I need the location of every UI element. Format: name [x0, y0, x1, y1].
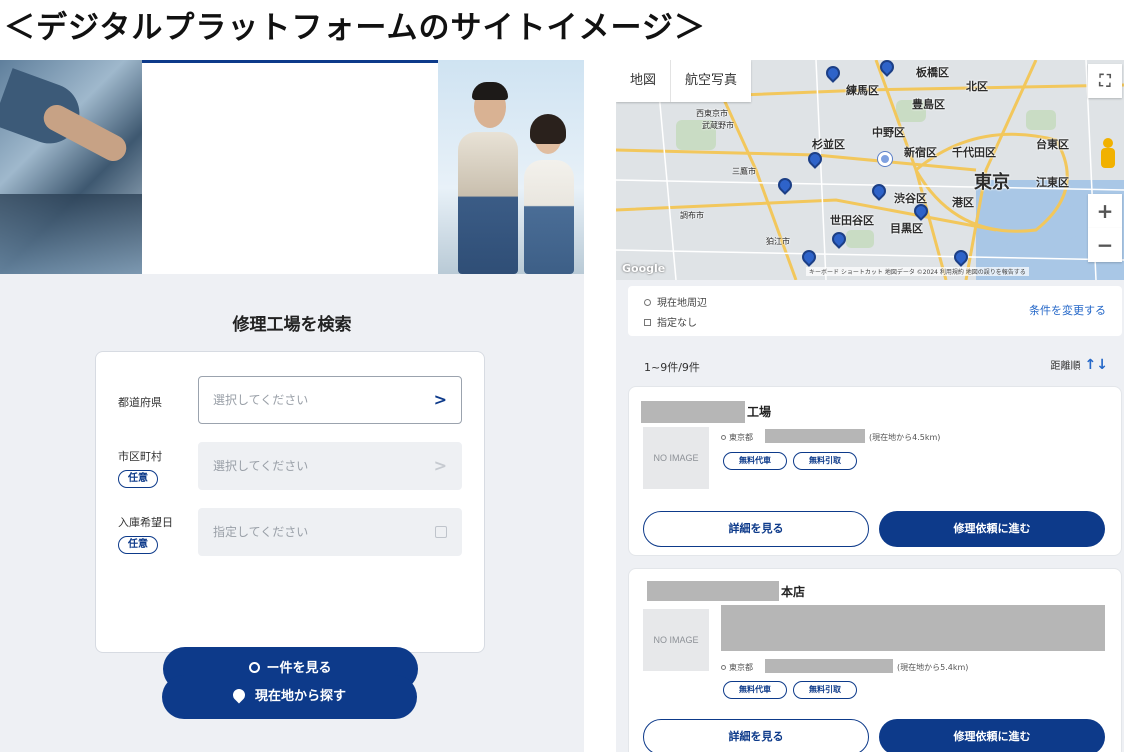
no-image-placeholder: NO IMAGE: [643, 427, 709, 489]
map-place-label: 北区: [966, 80, 988, 93]
city-select[interactable]: 選択してください >: [198, 442, 462, 490]
sort-arrows-icon: ↑↓: [1084, 357, 1108, 373]
search-panel: 修理工場を検索 都道府県 選択してください > 市区町村 任意 選択してください…: [0, 60, 584, 752]
fullscreen-icon: ⛶: [1099, 71, 1111, 90]
redacted-name: [641, 401, 745, 423]
shop-name-suffix: 工場: [747, 405, 772, 419]
request-repair-button[interactable]: 修理依頼に進む: [879, 719, 1105, 752]
city-optional-badge: 任意: [118, 470, 158, 488]
map-place-label: 練馬区: [846, 84, 879, 97]
result-card: 工場 NO IMAGE 東京都 (現在地から4.5km) 無料代車 無料引取 詳…: [628, 386, 1122, 556]
map-place-label: 豊島区: [912, 98, 945, 111]
fullscreen-button[interactable]: ⛶: [1088, 64, 1122, 98]
map-place-label: 調布市: [680, 211, 704, 220]
date-optional-badge: 任意: [118, 536, 158, 554]
result-count: 1~9件/9件: [644, 361, 700, 374]
calendar-icon: [435, 526, 447, 538]
map-place-label: 目黒区: [890, 222, 923, 235]
shop-distance: (現在地から5.4km): [897, 663, 969, 672]
free-pickup-tag: 無料引取: [793, 681, 857, 699]
map-place-label: 港区: [952, 196, 974, 209]
prefecture-select[interactable]: 選択してください >: [198, 376, 462, 424]
location-pin-icon: [721, 435, 726, 440]
search-form: 都道府県 選択してください > 市区町村 任意 選択してください > 入庫希望日…: [95, 351, 485, 691]
street-view-icon[interactable]: [1100, 138, 1116, 168]
google-logo: Google: [622, 262, 666, 275]
view-details-button[interactable]: 詳細を見る: [643, 719, 869, 752]
chevron-right-icon: >: [433, 390, 447, 409]
date-picker[interactable]: 指定してください: [198, 508, 462, 556]
prefecture-label: 都道府県: [118, 396, 162, 409]
map-place-label: 武蔵野市: [702, 121, 734, 130]
hero-blank-area: [142, 60, 438, 274]
map-view[interactable]: 板橋区 北区 練馬区 豊島区 中野区 杉並区 新宿区 千代田区 台東区 東京 江…: [616, 60, 1124, 280]
condition-date: 指定なし: [644, 314, 697, 329]
map-place-label: 西東京市: [696, 109, 728, 118]
search-title: 修理工場を検索: [232, 315, 352, 335]
location-pin-icon: [721, 665, 726, 670]
map-place-label: 中野区: [872, 126, 905, 139]
zoom-in-button[interactable]: +: [1088, 194, 1122, 228]
map-place-label: 東京: [974, 172, 1010, 193]
map-place-label: 杉並区: [812, 138, 845, 151]
condition-location: 現在地周辺: [644, 294, 707, 309]
map-place-label: 板橋区: [916, 66, 949, 79]
map-place-label: 世田谷区: [830, 214, 874, 227]
map-attribution[interactable]: キーボード ショートカット 地図データ ©2024 利用規約 地図の誤りを報告す…: [806, 267, 1029, 276]
search-by-location-button[interactable]: 現在地から探す: [162, 675, 417, 719]
redacted-name: [647, 581, 779, 601]
calendar-icon: [644, 319, 651, 326]
location-pin-icon: [230, 686, 248, 704]
current-location-marker: [878, 152, 892, 166]
shop-address: 東京都: [721, 432, 753, 443]
map-place-label: 千代田区: [952, 146, 996, 159]
mechanic-photo: [0, 60, 142, 274]
map-place-label: 台東区: [1036, 138, 1069, 151]
free-pickup-tag: 無料引取: [793, 452, 857, 470]
chevron-right-icon: >: [433, 456, 447, 475]
tab-map[interactable]: 地図: [616, 60, 672, 102]
request-repair-button[interactable]: 修理依頼に進む: [879, 511, 1105, 547]
redacted-description: [721, 605, 1105, 651]
map-place-label: 狛江市: [766, 237, 790, 246]
hero-banner: [0, 60, 584, 274]
shop-name-suffix: 本店: [781, 585, 806, 599]
sort-button[interactable]: 距離順 ↑↓: [1051, 357, 1108, 373]
search-conditions: 現在地周辺 指定なし 条件を変更する: [628, 286, 1122, 336]
page-title: ＜デジタルプラットフォームのサイトイメージ＞: [4, 10, 706, 46]
view-details-button[interactable]: 詳細を見る: [643, 511, 869, 547]
map-place-label: 新宿区: [904, 146, 937, 159]
free-loaner-tag: 無料代車: [723, 452, 787, 470]
zoom-out-button[interactable]: −: [1088, 228, 1122, 262]
search-icon: [249, 662, 261, 673]
no-image-placeholder: NO IMAGE: [643, 609, 709, 671]
change-conditions-link[interactable]: 条件を変更する: [1029, 302, 1106, 318]
shop-address: 東京都: [721, 662, 753, 673]
shop-distance: (現在地から4.5km): [869, 433, 941, 442]
location-pin-icon: [644, 299, 651, 306]
redacted-address: [765, 429, 865, 443]
map-type-tabs: 地図 航空写真: [616, 60, 752, 102]
result-card: 本店 NO IMAGE 東京都 (現在地から5.4km) 無料代車 無料引取 詳…: [628, 568, 1122, 752]
couple-photo: [438, 60, 584, 274]
map-place-label: 三鷹市: [732, 167, 756, 176]
map-place-label: 江東区: [1036, 176, 1069, 189]
city-label: 市区町村: [118, 450, 162, 463]
date-label: 入庫希望日: [118, 516, 173, 529]
free-loaner-tag: 無料代車: [723, 681, 787, 699]
redacted-address: [765, 659, 893, 673]
results-panel: 板橋区 北区 練馬区 豊島区 中野区 杉並区 新宿区 千代田区 台東区 東京 江…: [616, 60, 1124, 752]
tab-aerial[interactable]: 航空写真: [671, 60, 751, 102]
